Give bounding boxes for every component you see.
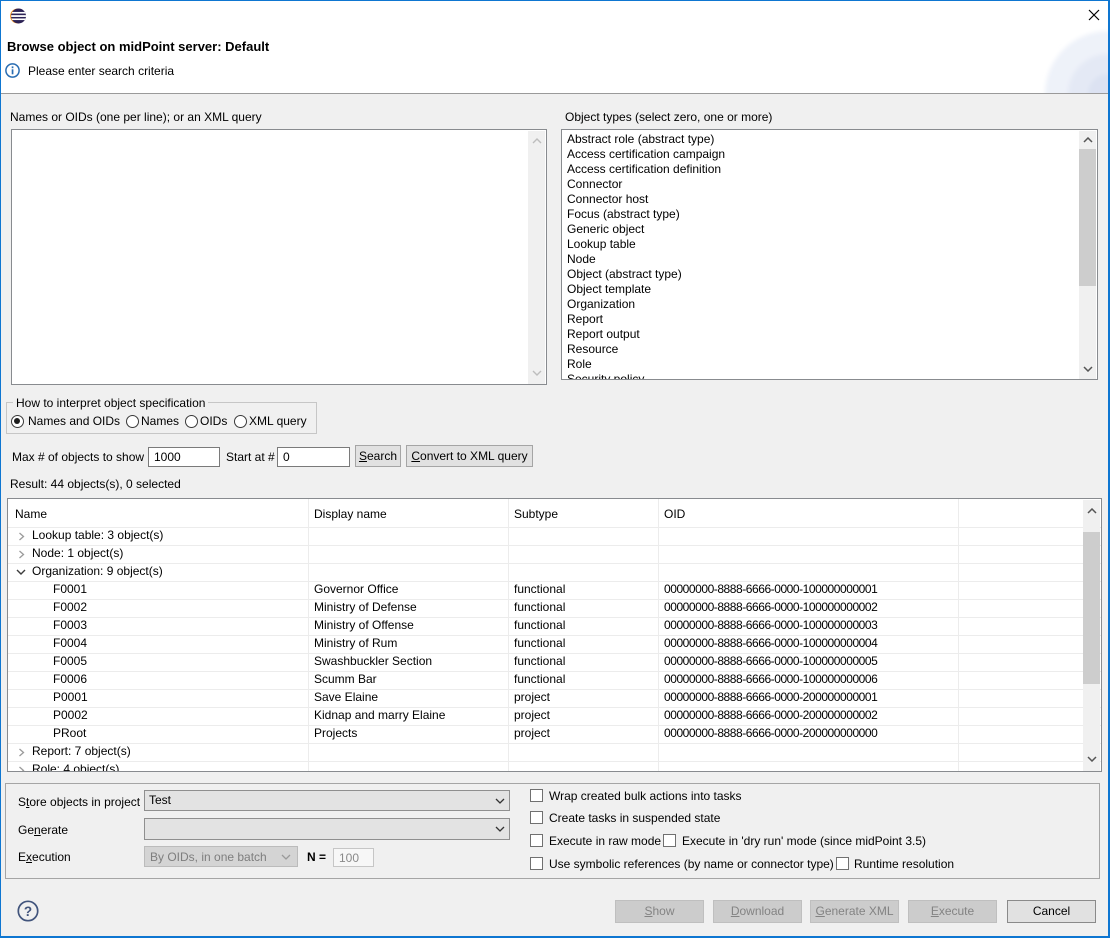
- svg-text:?: ?: [24, 904, 32, 919]
